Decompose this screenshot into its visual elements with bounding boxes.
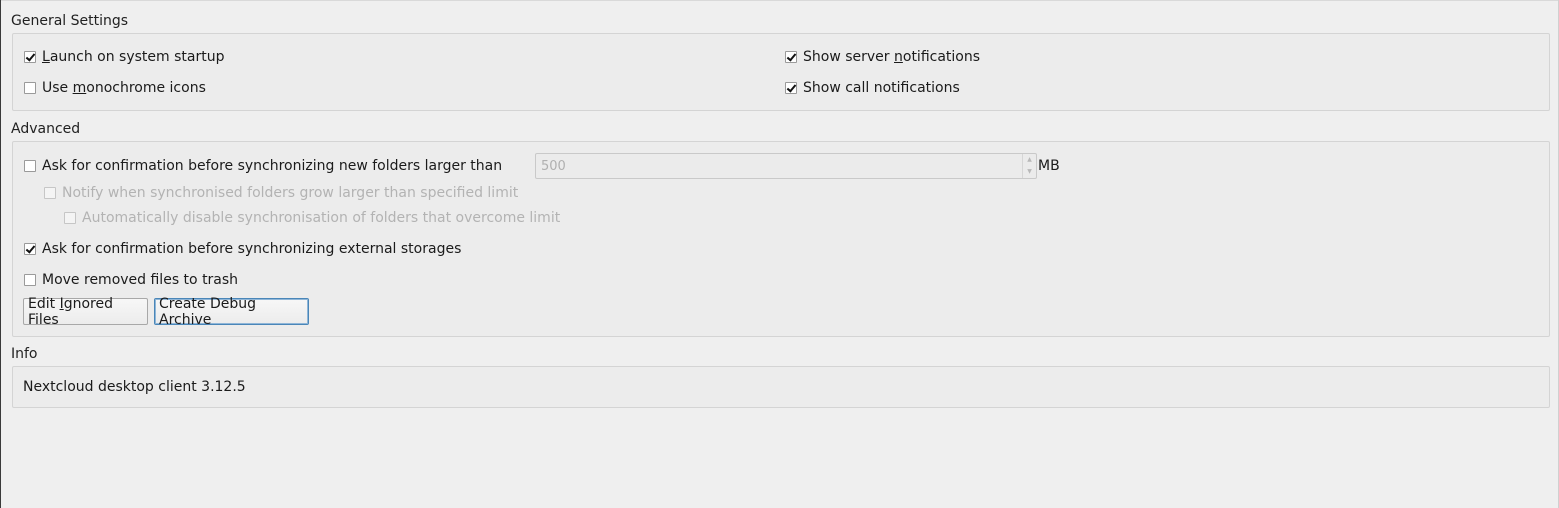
launch-on-startup-label-rest: aunch on system startup [49, 49, 225, 65]
info-title: Info [11, 346, 38, 362]
checkbox-checked-icon[interactable] [24, 51, 36, 63]
general-settings-group [12, 33, 1550, 111]
call-notifications-checkbox[interactable]: Show call notifications [785, 78, 960, 98]
folder-size-limit-spinbox[interactable]: 500 ▲ ▼ [535, 153, 1037, 179]
checkbox-unchecked-icon[interactable] [24, 160, 36, 172]
window-top-border [1, 0, 1559, 1]
version-text: Nextcloud desktop client 3.12.5 [23, 379, 246, 395]
launch-on-startup-checkbox[interactable]: Launch on system startup [24, 47, 224, 67]
move-to-trash-checkbox[interactable]: Move removed files to trash [24, 270, 238, 290]
move-to-trash-label: Move removed files to trash [42, 272, 239, 288]
auto-disable-label: Automatically disable synchronisation of… [82, 210, 561, 226]
ask-external-storages-label: Ask for confirmation before synchronizin… [42, 241, 462, 257]
checkbox-checked-icon[interactable] [785, 51, 797, 63]
spin-down-icon[interactable]: ▼ [1027, 169, 1032, 175]
checkbox-disabled-icon[interactable] [44, 187, 56, 199]
checkbox-checked-icon[interactable] [785, 82, 797, 94]
notify-grow-checkbox[interactable]: Notify when synchronised folders grow la… [44, 183, 518, 203]
checkbox-checked-icon[interactable] [24, 243, 36, 255]
create-debug-archive-button[interactable]: Create Debug Archive [154, 296, 309, 328]
checkbox-unchecked-icon[interactable] [24, 274, 36, 286]
notify-grow-label: Notify when synchronised folders grow la… [62, 185, 519, 201]
ask-large-folders-label: Ask for confirmation before synchronizin… [42, 158, 503, 174]
monochrome-icons-checkbox[interactable]: Use monochrome icons [24, 78, 206, 98]
edit-ignored-files-label: Edit Ignored Files [28, 295, 113, 328]
edit-ignored-files-button[interactable]: Edit Ignored Files [23, 295, 148, 328]
folder-size-limit-value[interactable]: 500 [536, 159, 1022, 174]
general-settings-panel: General Settings Launch on system startu… [0, 0, 1559, 508]
checkbox-disabled-icon[interactable] [64, 212, 76, 224]
checkbox-unchecked-icon[interactable] [24, 82, 36, 94]
spin-up-icon[interactable]: ▲ [1027, 157, 1032, 163]
call-notifications-label: Show call notifications [803, 80, 960, 96]
ask-large-folders-checkbox[interactable]: Ask for confirmation before synchronizin… [24, 156, 502, 176]
server-notifications-label: Show server notifications [803, 49, 981, 65]
advanced-title: Advanced [11, 121, 81, 137]
size-unit-label: MB [1038, 158, 1060, 174]
auto-disable-checkbox[interactable]: Automatically disable synchronisation of… [64, 208, 560, 228]
server-notifications-checkbox[interactable]: Show server notifications [785, 47, 980, 67]
spin-arrows[interactable]: ▲ ▼ [1022, 154, 1036, 178]
monochrome-icons-label: Use monochrome icons [42, 80, 206, 96]
ask-external-storages-checkbox[interactable]: Ask for confirmation before synchronizin… [24, 239, 461, 259]
launch-on-startup-label: Launch on system startup [42, 49, 225, 65]
general-settings-title: General Settings [11, 13, 129, 29]
